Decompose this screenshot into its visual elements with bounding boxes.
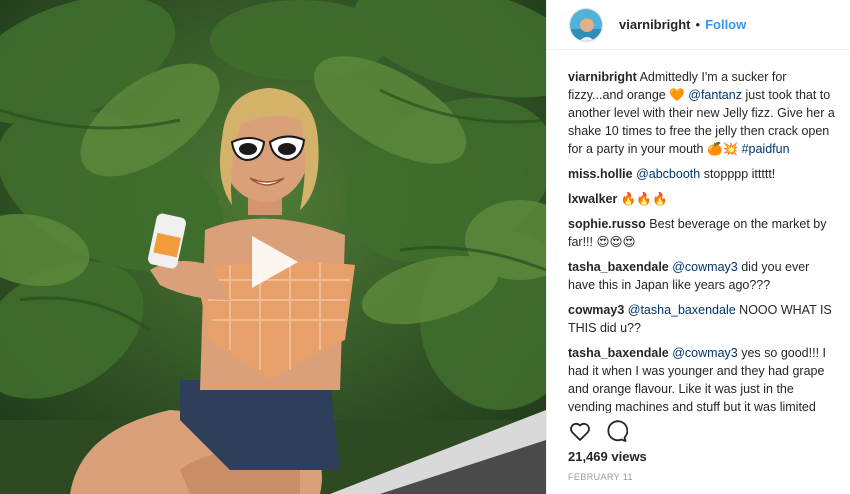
comment-username[interactable]: cowmay3 <box>568 303 624 317</box>
comment-item: tasha_baxendale @cowmay3 did you ever ha… <box>568 258 838 294</box>
comment-mention[interactable]: @tasha_baxendale <box>628 303 736 317</box>
comment-username[interactable]: miss.hollie <box>568 167 633 181</box>
comment-username[interactable]: tasha_baxendale <box>568 260 669 274</box>
comment-text: stopppp ittttt! <box>703 167 776 181</box>
comment-button[interactable] <box>604 419 629 443</box>
comment-item: sophie.russo Best beverage on the market… <box>568 215 838 251</box>
view-count: 21,469 views <box>568 449 647 464</box>
comment-item: cowmay3 @tasha_baxendale NOOO WHAT IS TH… <box>568 301 838 337</box>
follow-button[interactable]: Follow <box>705 17 746 32</box>
comment-text: 🔥🔥🔥 <box>620 192 668 206</box>
comment-item: lxwalker 🔥🔥🔥 <box>568 190 838 208</box>
comment-mention[interactable]: @cowmay3 <box>672 260 738 274</box>
post-header: viarnibright • Follow <box>547 0 850 50</box>
comment-username[interactable]: lxwalker <box>568 192 617 206</box>
comment-item: miss.hollie @abcbooth stopppp ittttt! <box>568 165 838 183</box>
avatar[interactable] <box>569 7 603 42</box>
post-sidebar: viarnibright • Follow viarnibright Admit… <box>546 0 850 494</box>
comment-username[interactable]: tasha_baxendale <box>568 346 669 360</box>
play-icon <box>252 236 298 288</box>
comment-mention[interactable]: @cowmay3 <box>672 346 738 360</box>
comment-mention[interactable]: @abcbooth <box>636 167 700 181</box>
play-button[interactable] <box>240 230 304 294</box>
heart-icon <box>570 422 590 441</box>
post-author-username[interactable]: viarnibright <box>619 17 691 32</box>
instagram-post: viarnibright • Follow viarnibright Admit… <box>0 0 850 494</box>
caption-mention[interactable]: @fantanz <box>688 88 742 102</box>
post-actions <box>568 419 629 443</box>
caption-hashtag[interactable]: #paidfun <box>742 142 790 156</box>
comment-bubble-icon <box>607 420 629 442</box>
caption-username[interactable]: viarnibright <box>568 70 637 84</box>
comment-username[interactable]: sophie.russo <box>568 217 646 231</box>
avatar-image <box>570 8 602 41</box>
post-video[interactable] <box>0 0 546 494</box>
comment-item: tasha_baxendale @cowmay3 yes so good!!! … <box>568 344 838 413</box>
post-date[interactable]: FEBRUARY 11 <box>568 472 633 482</box>
caption: viarnibright Admittedly I'm a sucker for… <box>568 68 838 158</box>
like-button[interactable] <box>568 419 592 443</box>
separator-dot: • <box>695 17 701 32</box>
comment-list: viarnibright Admittedly I'm a sucker for… <box>568 68 838 413</box>
